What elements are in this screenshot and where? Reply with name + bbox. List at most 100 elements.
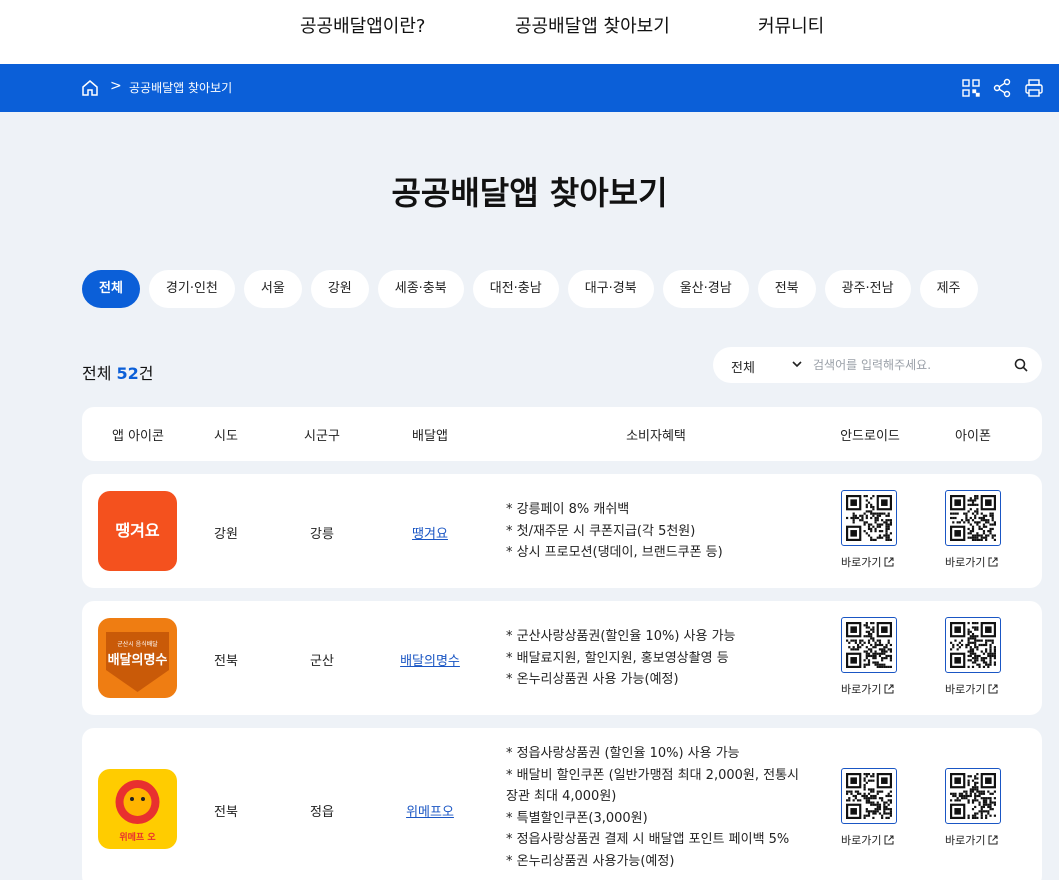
benefit-item: * 군산사랑상품권(할인율 10%) 사용 가능 [506,629,736,644]
region-chip-gyeonggi-incheon[interactable]: 경기·인천 [148,270,235,308]
qr-code-icon[interactable] [960,77,982,99]
home-icon[interactable] [80,78,100,98]
header-delivery-app: 배달앱 [412,429,448,444]
iphone-qr-code[interactable] [945,490,1001,546]
benefits-list: * 정읍사랑상품권 (할인율 10%) 사용 가능 * 배달비 할인쿠폰 (일반… [506,743,806,872]
header-benefits: 소비자혜택 [626,429,686,444]
region-chip-jeju[interactable]: 제주 [919,270,978,308]
search-input[interactable] [813,353,1003,377]
android-go-link[interactable]: 바로가기 [841,554,894,570]
nav-item-find[interactable]: 공공배달앱 찾아보기 [515,12,670,38]
region-chip-daejeon-chungnam[interactable]: 대전·충남 [472,270,559,308]
header-iphone: 아이폰 [955,429,991,444]
benefit-item: * 온누리상품권 사용 가능(예정) [506,672,679,687]
qr-code-icon [846,495,892,541]
region-chip-gwangju-jeonnam[interactable]: 광주·전남 [824,270,911,308]
header-app-icon: 앱 아이콘 [112,429,164,444]
external-link-icon [884,835,894,845]
iphone-qr-code[interactable] [945,617,1001,673]
external-link-icon [884,684,894,694]
benefit-item: * 온누리상품권 사용가능(예정) [506,853,675,869]
iphone-go-link[interactable]: 바로가기 [945,832,998,848]
breadcrumb-current: 공공배달앱 찾아보기 [129,81,233,95]
top-nav: 공공배달앱이란? 공공배달앱 찾아보기 커뮤니티 [0,0,1059,64]
benefit-item: * 정읍사랑상품권 결제 시 배달앱 포인트 페이백 5% [506,832,790,847]
table-header: 앱 아이콘 시도 시군구 배달앱 소비자혜택 안드로이드 아이폰 [82,407,1042,461]
header-android: 안드로이드 [840,429,900,444]
header-sigungu: 시군구 [304,429,340,444]
iphone-go-link[interactable]: 바로가기 [945,681,998,697]
app-icon-ddaenggyeoyo[interactable]: 땡겨요 [98,491,177,571]
cell-sido: 전북 [214,805,238,820]
search-category-select[interactable]: 전체 [731,357,755,376]
app-link[interactable]: 배달의명수 [400,650,460,669]
print-icon[interactable] [1023,77,1045,99]
benefit-item: * 강릉페이 8% 캐쉬백 [506,502,630,517]
cell-sido: 강원 [214,527,238,542]
breadcrumb-separator: > [110,78,122,94]
region-chip-gangwon[interactable]: 강원 [310,270,369,308]
benefit-item: * 특별할인쿠폰(3,000원) [506,810,648,826]
nav-item-community[interactable]: 커뮤니티 [758,12,824,38]
app-icon-baedal-myeongsu[interactable]: 군산시 음식배달 배달의명수 [98,618,177,698]
iphone-go-link[interactable]: 바로가기 [945,554,998,570]
android-qr-code[interactable] [841,617,897,673]
result-count: 전체 52건 [82,360,154,384]
region-chip-sejong-chungbuk[interactable]: 세종·충북 [377,270,464,308]
android-go-link[interactable]: 바로가기 [841,681,894,697]
app-icon-label: 배달의명수 [108,652,168,668]
region-chip-seoul[interactable]: 서울 [243,270,302,308]
app-icon-label: 위메프 오 [119,831,156,843]
go-label: 바로가기 [841,683,882,696]
search-icon[interactable] [1013,357,1029,373]
go-label: 바로가기 [945,556,986,569]
search-box: 전체 [713,347,1042,383]
table-row: 위메프 오 전북 정읍 위메프오 * 정읍사랑상품권 (할인율 10%) 사용 … [82,728,1042,880]
android-qr-code[interactable] [841,768,897,824]
table-row: 땡겨요 강원 강릉 땡겨요 * 강릉페이 8% 캐쉬백 * 첫/재주문 시 쿠폰… [82,474,1042,588]
region-chip-ulsan-gyeongnam[interactable]: 울산·경남 [662,270,749,308]
go-label: 바로가기 [841,834,882,847]
app-link[interactable]: 땡겨요 [412,523,448,542]
qr-code-icon [846,773,892,819]
external-link-icon [988,684,998,694]
go-label: 바로가기 [841,556,882,569]
page-title: 공공배달앱 찾아보기 [391,174,668,212]
cell-sido: 전북 [214,654,238,669]
cell-sigungu: 강릉 [310,527,334,542]
count-value: 52 [116,364,139,383]
region-chip-jeonbuk[interactable]: 전북 [757,270,816,308]
android-go-link[interactable]: 바로가기 [841,832,894,848]
share-icon[interactable] [991,77,1013,99]
iphone-qr-code[interactable] [945,768,1001,824]
table-row: 군산시 음식배달 배달의명수 전북 군산 배달의명수 * 군산사랑상품권(할인율… [82,601,1042,715]
external-link-icon [988,557,998,567]
app-icon-sublabel: 군산시 음식배달 [117,640,158,648]
qr-code-icon [846,622,892,668]
benefit-item: * 배달비 할인쿠폰 (일반가맹점 최대 2,000원, 전통시 [506,767,799,783]
benefit-item: 장관 최대 4,000원) [506,789,617,804]
benefit-item: * 상시 프로모션(댕데이, 브랜드쿠폰 등) [506,545,723,560]
qr-code-icon [950,622,996,668]
benefit-item: * 정읍사랑상품권 (할인율 10%) 사용 가능 [506,746,740,761]
benefits-list: * 강릉페이 8% 캐쉬백 * 첫/재주문 시 쿠폰지급(각 5천원) * 상시… [506,499,806,564]
qr-code-icon [950,773,996,819]
cell-sigungu: 정읍 [310,805,334,820]
header-sido: 시도 [214,429,238,444]
nav-item-about[interactable]: 공공배달앱이란? [300,12,425,38]
benefit-item: * 첫/재주문 시 쿠폰지급(각 5천원) [506,523,696,539]
region-chip-daegu-gyeongbuk[interactable]: 대구·경북 [567,270,654,308]
external-link-icon [988,835,998,845]
external-link-icon [884,557,894,567]
cell-sigungu: 군산 [310,654,334,669]
breadcrumb-bar: > 공공배달앱 찾아보기 [0,64,1059,112]
count-suffix: 건 [138,364,154,383]
app-icon-wemakeprice-o[interactable]: 위메프 오 [98,769,177,849]
app-link[interactable]: 위메프오 [406,801,454,820]
chevron-down-icon[interactable] [791,358,803,370]
qr-code-icon [950,495,996,541]
region-filter: 전체 경기·인천 서울 강원 세종·충북 대전·충남 대구·경북 울산·경남 전… [82,270,978,308]
region-chip-all[interactable]: 전체 [82,270,140,308]
benefit-item: * 배달료지원, 할인지원, 홍보영상촬영 등 [506,650,729,666]
android-qr-code[interactable] [841,490,897,546]
